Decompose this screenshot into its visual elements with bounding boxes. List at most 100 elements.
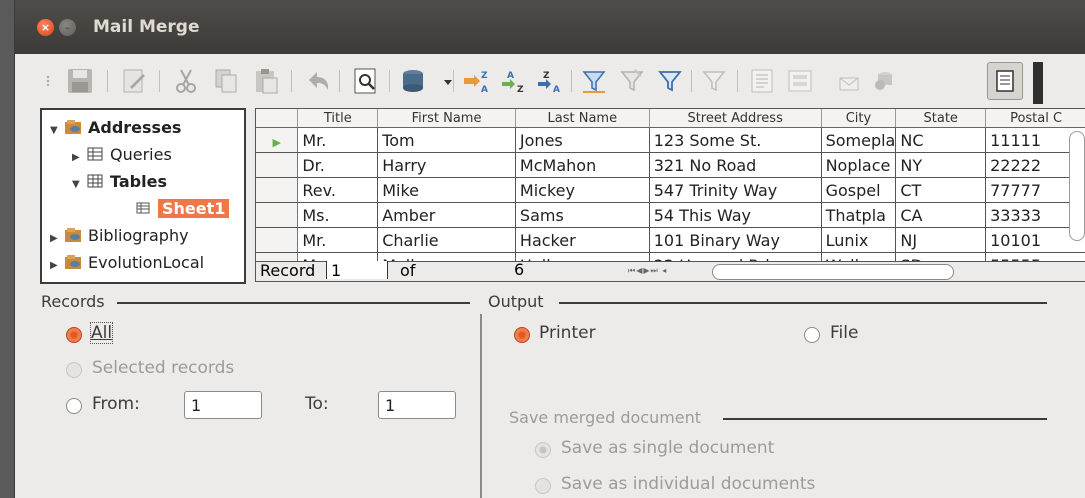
data-grid[interactable]: Title First Name Last Name Street Addres… bbox=[255, 108, 1085, 282]
column-header-city[interactable]: City bbox=[821, 109, 897, 128]
save-single-document-radio bbox=[535, 442, 551, 458]
expanded-arrow-icon[interactable]: ▼ bbox=[72, 173, 86, 197]
tree-item-queries[interactable]: ▶ Queries bbox=[72, 143, 172, 167]
mail-merge-icon[interactable] bbox=[835, 66, 865, 96]
close-button[interactable]: × bbox=[37, 19, 54, 36]
database-icon[interactable] bbox=[399, 66, 429, 96]
column-header-street-address[interactable]: Street Address bbox=[649, 109, 822, 128]
cell[interactable]: Tom bbox=[377, 127, 516, 153]
table-row[interactable]: Dr. Harry McMahon 321 No Road Noplace NY 22222 bbox=[256, 152, 1085, 178]
row-header[interactable] bbox=[256, 202, 299, 228]
cell[interactable]: 54 This Way bbox=[649, 202, 822, 228]
table-row[interactable]: Ms. Amber Sams 54 This Way Thatpla CA 33333 bbox=[256, 202, 1085, 228]
cell[interactable]: Mickey bbox=[515, 177, 650, 203]
cell[interactable]: Lunix bbox=[821, 227, 897, 253]
data-to-fields-icon[interactable] bbox=[785, 66, 815, 96]
standard-filter-icon[interactable] bbox=[617, 66, 647, 96]
find-icon[interactable] bbox=[351, 66, 381, 96]
output-printer-radio[interactable] bbox=[514, 327, 530, 343]
row-header[interactable] bbox=[256, 227, 299, 253]
cell[interactable]: Gospel bbox=[821, 177, 897, 203]
record-nav-buttons-icon[interactable]: ⏮◀▶⏭ ◂ bbox=[628, 266, 667, 276]
cell[interactable]: CA bbox=[895, 202, 987, 228]
cell[interactable]: Mr. bbox=[297, 227, 379, 253]
cell[interactable]: Mr. bbox=[297, 127, 379, 153]
minimize-button[interactable]: – bbox=[59, 19, 76, 36]
column-header-first-name[interactable]: First Name bbox=[377, 109, 516, 128]
tree-item-bibliography[interactable]: ▶ Bibliography bbox=[50, 224, 189, 248]
cell[interactable]: Hacker bbox=[515, 227, 650, 253]
column-header-last-name[interactable]: Last Name bbox=[515, 109, 650, 128]
cell[interactable]: Amber bbox=[377, 202, 516, 228]
cell[interactable]: Sams bbox=[515, 202, 650, 228]
tree-item-addresses[interactable]: ▼ Addresses bbox=[50, 116, 181, 140]
collapsed-arrow-icon[interactable]: ▶ bbox=[50, 227, 64, 251]
cell[interactable]: Rev. bbox=[297, 177, 379, 203]
data-source-tree[interactable]: ▼ Addresses ▶ Queries ▼ Tables Sheet1 ▶ Bibl… bbox=[40, 108, 246, 284]
cell[interactable]: Charlie bbox=[377, 227, 516, 253]
cell[interactable]: CT bbox=[895, 177, 987, 203]
autofilter-icon[interactable] bbox=[579, 66, 609, 96]
cell[interactable]: NJ bbox=[895, 227, 987, 253]
vertical-scrollbar[interactable] bbox=[1069, 131, 1085, 241]
current-row-indicator-icon[interactable]: ▶ bbox=[256, 127, 299, 153]
tree-item-sheet1[interactable]: Sheet1 bbox=[134, 197, 230, 221]
cell[interactable]: Mike bbox=[377, 177, 516, 203]
cell[interactable]: NC bbox=[895, 127, 987, 153]
column-header-title[interactable]: Title bbox=[297, 109, 379, 128]
records-all-radio[interactable] bbox=[66, 327, 82, 343]
row-header[interactable] bbox=[256, 152, 299, 178]
edit-icon[interactable] bbox=[119, 66, 149, 96]
apply-filter-icon[interactable] bbox=[655, 66, 685, 96]
cell[interactable]: Ms. bbox=[297, 202, 379, 228]
records-all-label[interactable]: All bbox=[89, 322, 114, 344]
records-from-radio[interactable] bbox=[66, 398, 82, 414]
sort-za-icon[interactable]: ZA bbox=[535, 66, 565, 96]
record-number-input[interactable]: 1 bbox=[326, 261, 388, 280]
tree-item-tables[interactable]: ▼ Tables bbox=[72, 170, 167, 194]
expanded-arrow-icon[interactable]: ▼ bbox=[50, 119, 64, 143]
output-file-radio[interactable] bbox=[804, 327, 820, 343]
cell[interactable]: McMahon bbox=[515, 152, 650, 178]
cell[interactable]: 547 Trinity Way bbox=[649, 177, 822, 203]
cell[interactable]: Somepla bbox=[821, 127, 897, 153]
data-source-icon[interactable] bbox=[869, 66, 899, 96]
data-to-text-icon[interactable] bbox=[747, 66, 777, 96]
undo-icon[interactable] bbox=[303, 66, 333, 96]
sort-az-icon[interactable]: AZ bbox=[499, 66, 529, 96]
from-input[interactable]: 1 bbox=[184, 391, 262, 419]
svg-text:A: A bbox=[481, 85, 488, 95]
file-label[interactable]: File bbox=[830, 323, 858, 343]
horizontal-scrollbar[interactable] bbox=[712, 264, 954, 280]
collapsed-arrow-icon[interactable]: ▶ bbox=[72, 146, 86, 170]
title-bar: × – Mail Merge bbox=[15, 0, 1085, 54]
cut-icon[interactable] bbox=[171, 66, 201, 96]
cell[interactable]: Jones bbox=[515, 127, 650, 153]
dropdown-arrow-icon[interactable] bbox=[433, 66, 452, 96]
table-row[interactable]: ▶ Mr. Tom Jones 123 Some St. Somepla NC 11111 bbox=[256, 127, 1085, 153]
paste-icon[interactable] bbox=[251, 66, 281, 96]
collapsed-arrow-icon[interactable]: ▶ bbox=[50, 254, 64, 278]
cell[interactable]: 123 Some St. bbox=[649, 127, 822, 153]
column-header-postal-code[interactable]: Postal C bbox=[985, 109, 1085, 128]
sort-ascending-icon[interactable]: ZA bbox=[461, 66, 491, 96]
tree-item-evolutionlocal[interactable]: ▶ EvolutionLocal bbox=[50, 251, 204, 275]
cell[interactable]: Harry bbox=[377, 152, 516, 178]
remove-filter-icon[interactable] bbox=[699, 66, 729, 96]
cell[interactable]: Noplace bbox=[821, 152, 897, 178]
cell[interactable]: 321 No Road bbox=[649, 152, 822, 178]
cell[interactable]: 101 Binary Way bbox=[649, 227, 822, 253]
save-icon[interactable] bbox=[65, 66, 95, 96]
explorer-toggle-button[interactable] bbox=[987, 62, 1023, 100]
table-row[interactable]: Mr. Charlie Hacker 101 Binary Way Lunix NJ 101… bbox=[256, 227, 1085, 253]
cell[interactable]: NY bbox=[895, 152, 987, 178]
toolbar-overflow-scrollbar[interactable] bbox=[1033, 62, 1043, 104]
printer-label[interactable]: Printer bbox=[539, 323, 596, 343]
cell[interactable]: Dr. bbox=[297, 152, 379, 178]
column-header-state[interactable]: State bbox=[895, 109, 987, 128]
to-input[interactable]: 1 bbox=[378, 391, 456, 419]
cell[interactable]: Thatpla bbox=[821, 202, 897, 228]
copy-icon[interactable] bbox=[211, 66, 241, 96]
row-header[interactable] bbox=[256, 177, 299, 203]
table-row[interactable]: Rev. Mike Mickey 547 Trinity Way Gospel CT 777… bbox=[256, 177, 1085, 203]
